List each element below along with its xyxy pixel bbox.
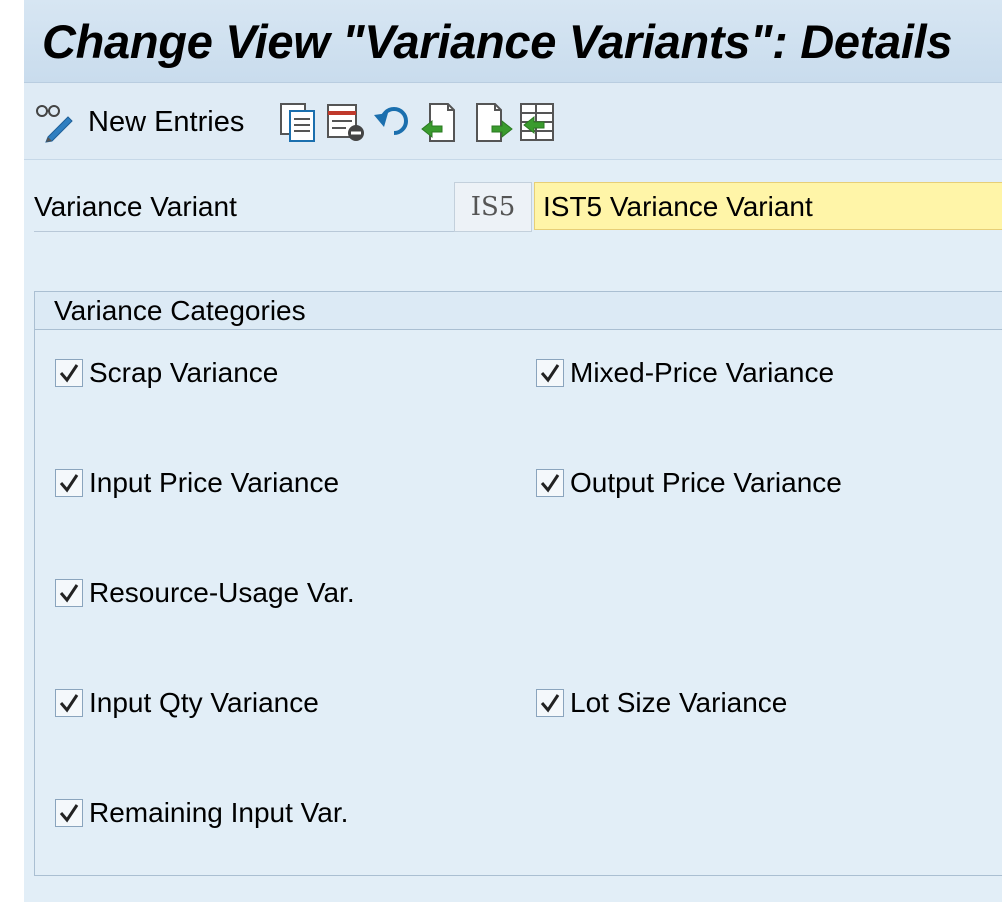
variance-variant-key: IS5 (454, 182, 532, 232)
variance-variant-row: Variance Variant IS5 IST5 Variance Varia… (34, 182, 1002, 232)
input-qty-variance-checkbox[interactable]: Input Qty Variance (55, 685, 319, 721)
variance-variant-description-input[interactable]: IST5 Variance Variant (534, 182, 1002, 230)
delete-icon[interactable] (326, 101, 366, 143)
group-title: Variance Categories (54, 295, 306, 326)
select-block-icon[interactable] (518, 101, 558, 143)
checkbox-label: Input Qty Variance (89, 687, 319, 718)
undo-icon[interactable] (372, 101, 412, 143)
variance-categories-group: Variance Categories Scrap Variance Mixed… (34, 291, 1002, 876)
previous-entry-icon[interactable] (420, 101, 460, 143)
checkbox-checked-icon (55, 469, 83, 497)
checkbox-checked-icon (55, 579, 83, 607)
checkbox-label: Mixed-Price Variance (570, 357, 835, 388)
mixed-price-variance-checkbox[interactable]: Mixed-Price Variance (536, 355, 834, 391)
remaining-input-variance-checkbox[interactable]: Remaining Input Var. (55, 795, 348, 831)
title-bar: Change View "Variance Variants": Details (24, 0, 1002, 83)
output-price-variance-checkbox[interactable]: Output Price Variance (536, 465, 842, 501)
checkbox-checked-icon (536, 469, 564, 497)
checkbox-checked-icon (55, 689, 83, 717)
checkbox-label: Scrap Variance (89, 357, 279, 388)
page-title: Change View "Variance Variants": Details (42, 15, 953, 68)
checkbox-checked-icon (536, 359, 564, 387)
scrap-variance-checkbox[interactable]: Scrap Variance (55, 355, 278, 391)
resource-usage-variance-checkbox[interactable]: Resource-Usage Var. (55, 575, 355, 611)
copy-icon[interactable] (278, 101, 318, 143)
detail-area: Variance Variant IS5 IST5 Variance Varia… (24, 160, 1002, 902)
checkbox-checked-icon (55, 359, 83, 387)
group-header: Variance Categories (35, 292, 1002, 330)
checkbox-label: Lot Size Variance (570, 687, 788, 718)
checkbox-label: Remaining Input Var. (89, 797, 349, 828)
next-entry-icon[interactable] (474, 101, 514, 143)
input-price-variance-checkbox[interactable]: Input Price Variance (55, 465, 339, 501)
left-edge (0, 0, 24, 902)
display-change-icon (34, 101, 76, 143)
new-entries-label: New Entries (88, 105, 245, 138)
checkbox-label: Output Price Variance (570, 467, 842, 498)
checkbox-checked-icon (536, 689, 564, 717)
checkbox-label: Input Price Variance (89, 467, 340, 498)
new-entries-button[interactable]: New Entries (34, 101, 244, 143)
checkbox-checked-icon (55, 799, 83, 827)
checkbox-label: Resource-Usage Var. (89, 577, 355, 608)
lot-size-variance-checkbox[interactable]: Lot Size Variance (536, 685, 787, 721)
variance-variant-label: Variance Variant (34, 182, 454, 232)
application-toolbar: New Entries (24, 83, 1002, 160)
